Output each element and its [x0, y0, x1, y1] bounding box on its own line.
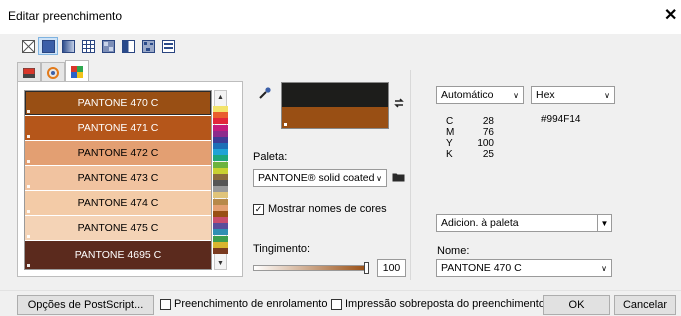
cmyk-k-label: K — [446, 149, 453, 160]
swatch-list[interactable]: PANTONE 470 C PANTONE 471 C PANTONE 472 … — [24, 90, 212, 270]
swatch-label: PANTONE 471 C — [77, 121, 159, 134]
strip-color[interactable] — [213, 247, 228, 254]
cmyk-c-label: C — [446, 116, 454, 127]
hex-value[interactable]: #994F14 — [541, 114, 580, 125]
postscript-fill-button[interactable] — [158, 37, 178, 55]
model-value: Automático — [441, 89, 494, 101]
swatch-4695[interactable]: PANTONE 4695 C — [25, 241, 211, 269]
cmyk-values: 28 76 100 25 — [470, 116, 494, 160]
cmyk-c-value: 28 — [482, 116, 494, 127]
value-format-select[interactable]: Hex ∨ — [531, 86, 615, 104]
cmyk-m-label: M — [446, 127, 455, 138]
cmyk-k-value: 25 — [482, 149, 494, 160]
swatch-marker — [27, 109, 30, 113]
color-model-select[interactable]: Automático ∨ — [436, 86, 524, 104]
swatch-label: PANTONE 475 C — [77, 221, 159, 234]
palette-select[interactable]: PANTONE® solid coated ∨ — [253, 169, 387, 187]
swatch-marker — [27, 159, 30, 163]
uniform-fill-button[interactable] — [38, 37, 58, 55]
swatch-470[interactable]: PANTONE 470 C — [25, 91, 211, 115]
chevron-down-icon: ∨ — [513, 91, 519, 100]
no-fill-button[interactable] — [18, 37, 38, 55]
cmyk-m-value: 76 — [482, 127, 494, 138]
chevron-down-icon: ∨ — [376, 174, 382, 183]
tab-color-models[interactable] — [17, 62, 41, 82]
bitmap-pattern-button[interactable] — [98, 37, 118, 55]
swatch-marker — [27, 264, 30, 267]
cmyk-y-value: 100 — [477, 138, 494, 149]
swatch-marker — [27, 134, 30, 138]
chevron-down-icon: ∨ — [604, 91, 610, 100]
swatch-label: PANTONE 473 C — [77, 171, 159, 184]
close-icon[interactable]: ✕ — [664, 5, 677, 25]
tab-color-harmonies[interactable] — [41, 62, 65, 82]
tint-slider[interactable] — [253, 261, 371, 275]
add-palette-value: Adicion. à paleta — [441, 217, 519, 229]
name-value: PANTONE 470 C — [441, 262, 522, 274]
show-names-label: Mostrar nomes de cores — [268, 203, 387, 215]
palette-value: PANTONE® solid coated — [258, 172, 375, 184]
cancel-button[interactable]: Cancelar — [614, 295, 676, 315]
cmyk-y-label: Y — [446, 138, 453, 149]
vector-pattern-button[interactable] — [78, 37, 98, 55]
preview-new-color — [282, 107, 388, 128]
show-names-checkbox[interactable]: ✓ — [253, 203, 264, 215]
two-color-pattern-button[interactable] — [118, 37, 138, 55]
swatch-marker — [27, 234, 30, 238]
tint-label: Tingimento: — [253, 243, 311, 255]
window-title: Editar preenchimento — [8, 9, 123, 23]
swatch-label: PANTONE 472 C — [77, 146, 159, 159]
swatch-marker — [27, 184, 30, 188]
swap-colors-icon[interactable] — [393, 97, 405, 112]
swatch-473[interactable]: PANTONE 473 C — [25, 166, 211, 190]
overprint-row[interactable]: Impressão sobreposta do preenchimento — [331, 298, 545, 310]
tint-thumb[interactable] — [364, 262, 369, 274]
swatch-472[interactable]: PANTONE 472 C — [25, 141, 211, 165]
postscript-options-button[interactable]: Opções de PostScript... — [17, 295, 154, 315]
tab-color-palettes[interactable] — [65, 60, 89, 82]
swatch-label: PANTONE 474 C — [77, 196, 159, 209]
tint-input[interactable]: 100 — [377, 259, 406, 277]
format-value: Hex — [536, 89, 555, 101]
wrap-fill-label: Preenchimento de enrolamento — [174, 298, 328, 310]
palette-label: Paleta: — [253, 151, 288, 163]
wrap-fill-checkbox[interactable] — [160, 298, 171, 310]
name-label: Nome: — [437, 245, 470, 257]
swatch-label: PANTONE 470 C — [77, 96, 159, 109]
palette-color-strip[interactable] — [213, 106, 228, 254]
swatch-471[interactable]: PANTONE 471 C — [25, 116, 211, 140]
folder-icon[interactable] — [392, 171, 405, 185]
scroll-up-icon[interactable]: ▲ — [215, 91, 226, 103]
overprint-label: Impressão sobreposta do preenchimento — [345, 298, 545, 310]
eyedropper-icon[interactable] — [258, 86, 272, 103]
preview-old-color — [282, 83, 388, 107]
cmyk-labels: C M Y K — [446, 116, 454, 160]
wrap-fill-row[interactable]: Preenchimento de enrolamento — [160, 298, 327, 310]
fountain-fill-button[interactable] — [58, 37, 78, 55]
tint-track — [253, 265, 367, 271]
footer-divider — [0, 290, 681, 291]
swatch-474[interactable]: PANTONE 474 C — [25, 191, 211, 215]
swatch-475[interactable]: PANTONE 475 C — [25, 216, 211, 240]
chevron-down-icon: ∨ — [601, 264, 607, 273]
show-names-row[interactable]: ✓ Mostrar nomes de cores — [253, 203, 387, 215]
ok-button[interactable]: OK — [543, 295, 610, 315]
overprint-checkbox[interactable] — [331, 298, 342, 310]
name-select[interactable]: PANTONE 470 C ∨ — [436, 259, 612, 277]
texture-fill-button[interactable] — [138, 37, 158, 55]
color-preview — [281, 82, 389, 129]
scroll-down-icon[interactable]: ▼ — [215, 257, 226, 269]
divider — [410, 70, 411, 280]
add-to-palette-select[interactable]: Adicion. à paleta — [436, 214, 612, 232]
add-palette-dropdown-icon[interactable]: ▼ — [597, 214, 612, 232]
swatch-label: PANTONE 4695 C — [74, 249, 162, 261]
swatch-marker — [27, 209, 30, 213]
